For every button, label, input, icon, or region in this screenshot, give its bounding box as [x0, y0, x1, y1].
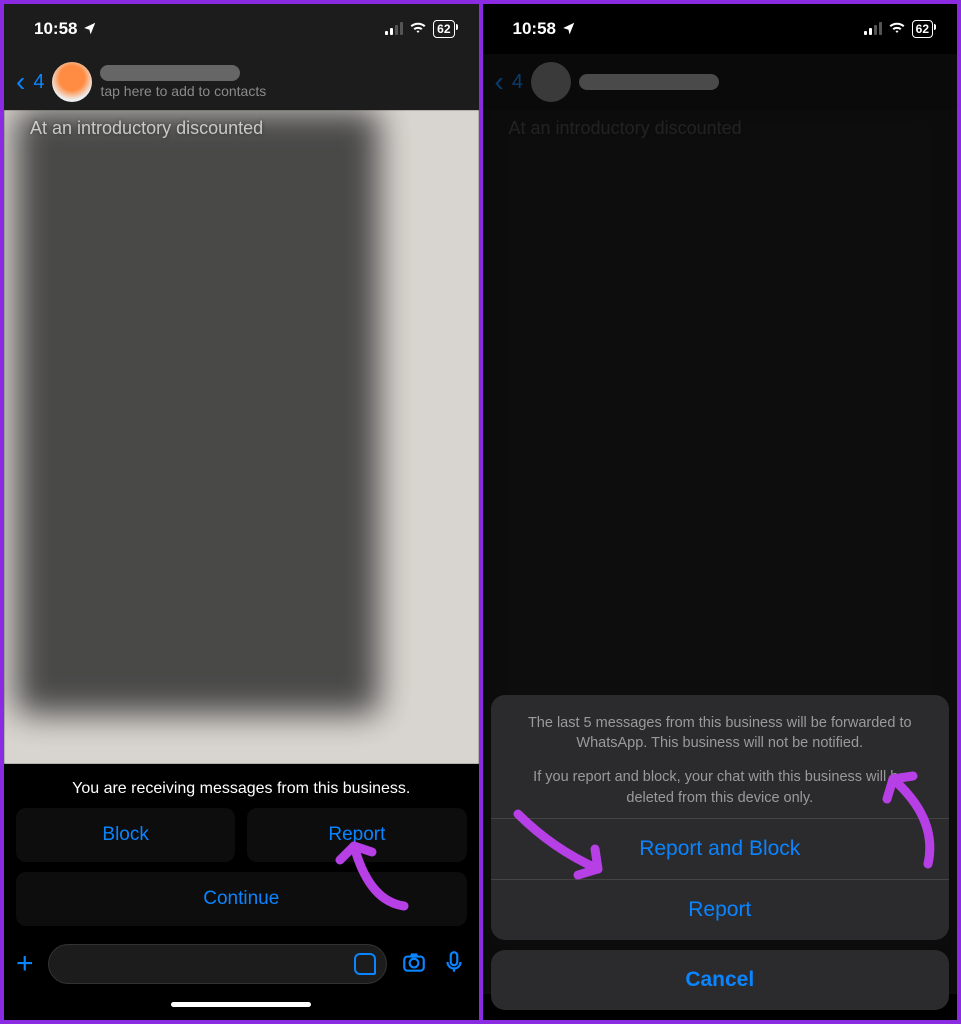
wifi-icon — [888, 19, 906, 39]
chat-nav-bar: ‹ 4 — [483, 54, 958, 110]
cellular-signal-icon — [385, 23, 403, 35]
attach-plus-icon[interactable]: + — [16, 947, 34, 981]
status-bar: 10:58 62 — [483, 4, 958, 54]
phone-screenshot-left: 10:58 62 ‹ 4 tap here to add to contacts — [0, 0, 481, 1024]
message-input-bar: + — [4, 934, 479, 994]
report-action-sheet: The last 5 messages from this business w… — [491, 695, 950, 1010]
battery-indicator: 62 — [433, 20, 454, 38]
message-preview-text: At an introductory discounted — [30, 118, 263, 139]
message-preview-text: At an introductory discounted — [509, 118, 742, 139]
home-indicator[interactable] — [4, 994, 479, 1020]
camera-icon[interactable] — [401, 949, 427, 980]
business-prompt-text: You are receiving messages from this bus… — [16, 780, 467, 798]
location-icon — [562, 21, 576, 38]
contact-title-area — [579, 74, 949, 90]
status-time: 10:58 — [34, 19, 77, 39]
contact-avatar — [531, 62, 571, 102]
contact-title-area[interactable]: tap here to add to contacts — [100, 65, 470, 99]
action-sheet-description: The last 5 messages from this business w… — [491, 695, 950, 818]
continue-button[interactable]: Continue — [16, 872, 467, 926]
chat-body[interactable]: At an introductory discounted — [4, 110, 479, 764]
back-chevron-icon: ‹ — [491, 66, 508, 98]
block-button[interactable]: Block — [16, 808, 235, 862]
location-icon — [83, 21, 97, 38]
business-prompt-panel: You are receiving messages from this bus… — [4, 764, 479, 934]
action-sheet-main: The last 5 messages from this business w… — [491, 695, 950, 940]
report-button[interactable]: Report — [491, 879, 950, 940]
report-button[interactable]: Report — [247, 808, 466, 862]
sticker-icon[interactable] — [354, 953, 376, 975]
contact-name-redacted — [579, 74, 719, 90]
contact-subtitle: tap here to add to contacts — [100, 83, 470, 99]
status-bar: 10:58 62 — [4, 4, 479, 54]
wifi-icon — [409, 19, 427, 39]
message-bubbles-blurred — [16, 110, 379, 714]
back-unread-count: 4 — [512, 71, 523, 94]
back-chevron-icon[interactable]: ‹ — [12, 66, 29, 98]
microphone-icon[interactable] — [441, 949, 467, 980]
battery-indicator: 62 — [912, 20, 933, 38]
back-unread-count[interactable]: 4 — [33, 71, 44, 94]
status-time: 10:58 — [513, 19, 556, 39]
phone-screenshot-right: 10:58 62 ‹ 4 At an introductory disc — [481, 0, 961, 1024]
contact-avatar[interactable] — [52, 62, 92, 102]
cellular-signal-icon — [864, 23, 882, 35]
contact-name-redacted — [100, 65, 240, 81]
message-text-input[interactable] — [48, 944, 387, 984]
cancel-button[interactable]: Cancel — [491, 950, 950, 1010]
report-and-block-button[interactable]: Report and Block — [491, 818, 950, 879]
chat-nav-bar: ‹ 4 tap here to add to contacts — [4, 54, 479, 110]
